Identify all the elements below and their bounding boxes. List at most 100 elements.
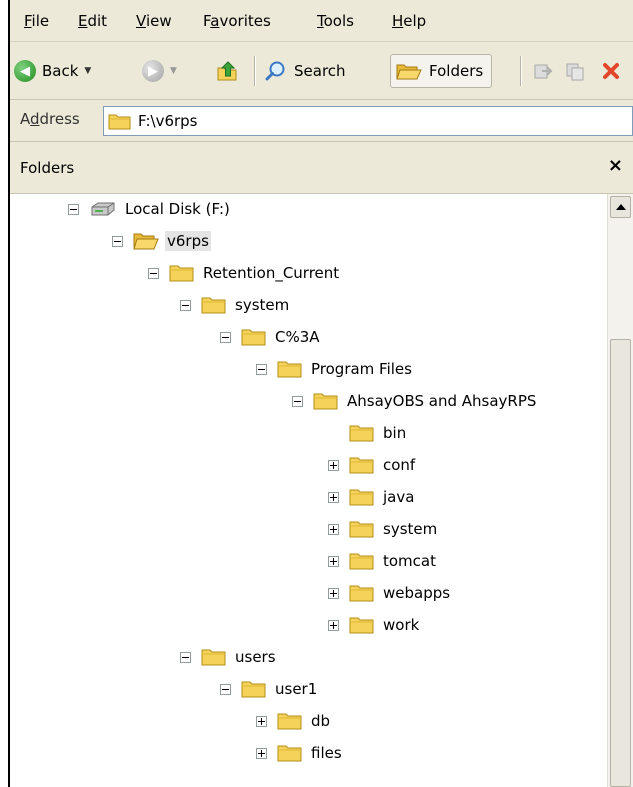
tree-node-label: AhsayOBS and AhsayRPS <box>347 392 537 410</box>
tree-node[interactable]: C%3A <box>220 324 322 350</box>
tree-node-label: db <box>311 712 331 730</box>
expand-icon[interactable] <box>328 491 339 503</box>
tree-node[interactable]: Local Disk (F:) <box>68 196 232 222</box>
menu-bar: File Edit View Favorites Tools Help <box>10 0 633 42</box>
address-label: Address <box>20 110 80 128</box>
collapse-icon[interactable] <box>148 267 159 279</box>
tree-node-label: tomcat <box>383 552 436 570</box>
expand-icon[interactable] <box>328 459 339 471</box>
delete-icon <box>603 63 619 79</box>
tree-node-label: conf <box>383 456 416 474</box>
folder-icon <box>108 114 131 130</box>
tree-node[interactable]: bin <box>328 420 408 446</box>
forward-dropdown-icon[interactable]: ▼ <box>170 66 177 76</box>
menu-favorites[interactable]: Favorites <box>203 12 271 30</box>
tree-node-label: system <box>383 520 438 538</box>
back-button[interactable]: ◀ Back ▼ <box>14 54 91 88</box>
expand-icon[interactable] <box>328 555 339 567</box>
tree-node[interactable]: users <box>180 644 278 670</box>
copy-to-icon <box>566 63 584 81</box>
tree-node[interactable]: files <box>256 740 344 766</box>
folders-label: Folders <box>429 62 484 80</box>
menu-view[interactable]: View <box>136 12 172 30</box>
menu-edit[interactable]: Edit <box>78 12 107 30</box>
collapse-icon[interactable] <box>112 235 123 247</box>
tree-node[interactable]: conf <box>328 452 417 478</box>
tree-node[interactable]: db <box>256 708 332 734</box>
address-bar: Address F:\v6rps <box>10 100 633 142</box>
address-input[interactable]: F:\v6rps <box>103 106 633 136</box>
collapse-icon[interactable] <box>220 331 231 343</box>
folder-icon <box>241 327 273 347</box>
folder-icon <box>201 647 233 667</box>
tree-node[interactable]: Retention_Current <box>148 260 341 286</box>
tree-node-label: bin <box>383 424 407 442</box>
folder-icon <box>349 519 381 539</box>
tree-node[interactable]: work <box>328 612 421 638</box>
back-dropdown-icon[interactable]: ▼ <box>84 66 91 76</box>
up-folder-button[interactable] <box>214 54 240 88</box>
folder-icon <box>349 583 381 603</box>
folder-icon <box>349 455 381 475</box>
collapse-icon[interactable] <box>220 683 231 695</box>
move-to-icon <box>534 64 553 79</box>
back-label: Back <box>42 62 79 80</box>
folder-icon <box>349 615 381 635</box>
expand-icon[interactable] <box>256 715 267 727</box>
tree-node[interactable]: system <box>328 516 439 542</box>
folder-icon <box>277 359 309 379</box>
forward-arrow-icon: ▶ <box>142 60 164 82</box>
tree-node[interactable]: webapps <box>328 580 452 606</box>
tree-node-label: work <box>383 616 420 634</box>
tree-node[interactable]: java <box>328 484 416 510</box>
vertical-scrollbar[interactable] <box>607 194 633 787</box>
folder-icon <box>349 551 381 571</box>
forward-button[interactable]: ▶ ▼ <box>142 54 177 88</box>
expand-icon[interactable] <box>256 747 267 759</box>
arrow-up-icon <box>615 204 626 210</box>
tree-node-label: users <box>235 648 276 666</box>
close-icon[interactable]: × <box>608 155 623 176</box>
tree-node-label: files <box>311 744 342 762</box>
back-arrow-icon: ◀ <box>14 60 36 82</box>
folder-icon <box>349 423 381 443</box>
tree-node-label: Program Files <box>311 360 412 378</box>
collapse-icon[interactable] <box>180 299 191 311</box>
up-folder-icon <box>217 61 237 81</box>
tree-node[interactable]: AhsayOBS and AhsayRPS <box>292 388 538 414</box>
tree-node[interactable]: system <box>180 292 291 318</box>
tree-node[interactable]: tomcat <box>328 548 438 574</box>
expand-icon[interactable] <box>328 619 339 631</box>
folders-pane-header: Folders × <box>10 142 633 194</box>
tree-node[interactable]: user1 <box>220 676 319 702</box>
menu-file[interactable]: File <box>24 12 49 30</box>
tree-node-label: v6rps <box>165 231 211 251</box>
tree-node[interactable]: v6rps <box>112 228 211 254</box>
collapse-icon[interactable] <box>180 651 191 663</box>
collapse-icon[interactable] <box>68 203 79 215</box>
menu-help[interactable]: Help <box>392 12 426 30</box>
scroll-up-button[interactable] <box>610 196 631 218</box>
delete-button[interactable] <box>600 54 622 88</box>
folders-button[interactable]: Folders <box>390 54 493 88</box>
collapse-icon[interactable] <box>292 395 303 407</box>
folders-pane-title: Folders <box>20 159 75 177</box>
folder-icon <box>277 711 309 731</box>
expand-icon[interactable] <box>328 523 339 535</box>
folder-icon <box>313 391 345 411</box>
address-value: F:\v6rps <box>138 112 198 130</box>
collapse-icon[interactable] <box>256 363 267 375</box>
search-button[interactable]: Search <box>264 54 346 88</box>
expand-icon[interactable] <box>328 587 339 599</box>
copy-to-button[interactable] <box>564 54 586 88</box>
menu-tools[interactable]: Tools <box>317 12 354 30</box>
tree-node-label: user1 <box>275 680 318 698</box>
search-icon <box>265 61 285 81</box>
scroll-thumb[interactable] <box>610 339 631 787</box>
explorer-window: File Edit View Favorites Tools Help ◀ Ba… <box>8 0 633 787</box>
tree-node[interactable]: Program Files <box>256 356 414 382</box>
toolbar: ◀ Back ▼ ▶ ▼ Search Folders <box>10 42 633 100</box>
folders-icon <box>396 64 422 80</box>
move-to-button[interactable] <box>532 54 554 88</box>
folder-icon <box>201 295 233 315</box>
